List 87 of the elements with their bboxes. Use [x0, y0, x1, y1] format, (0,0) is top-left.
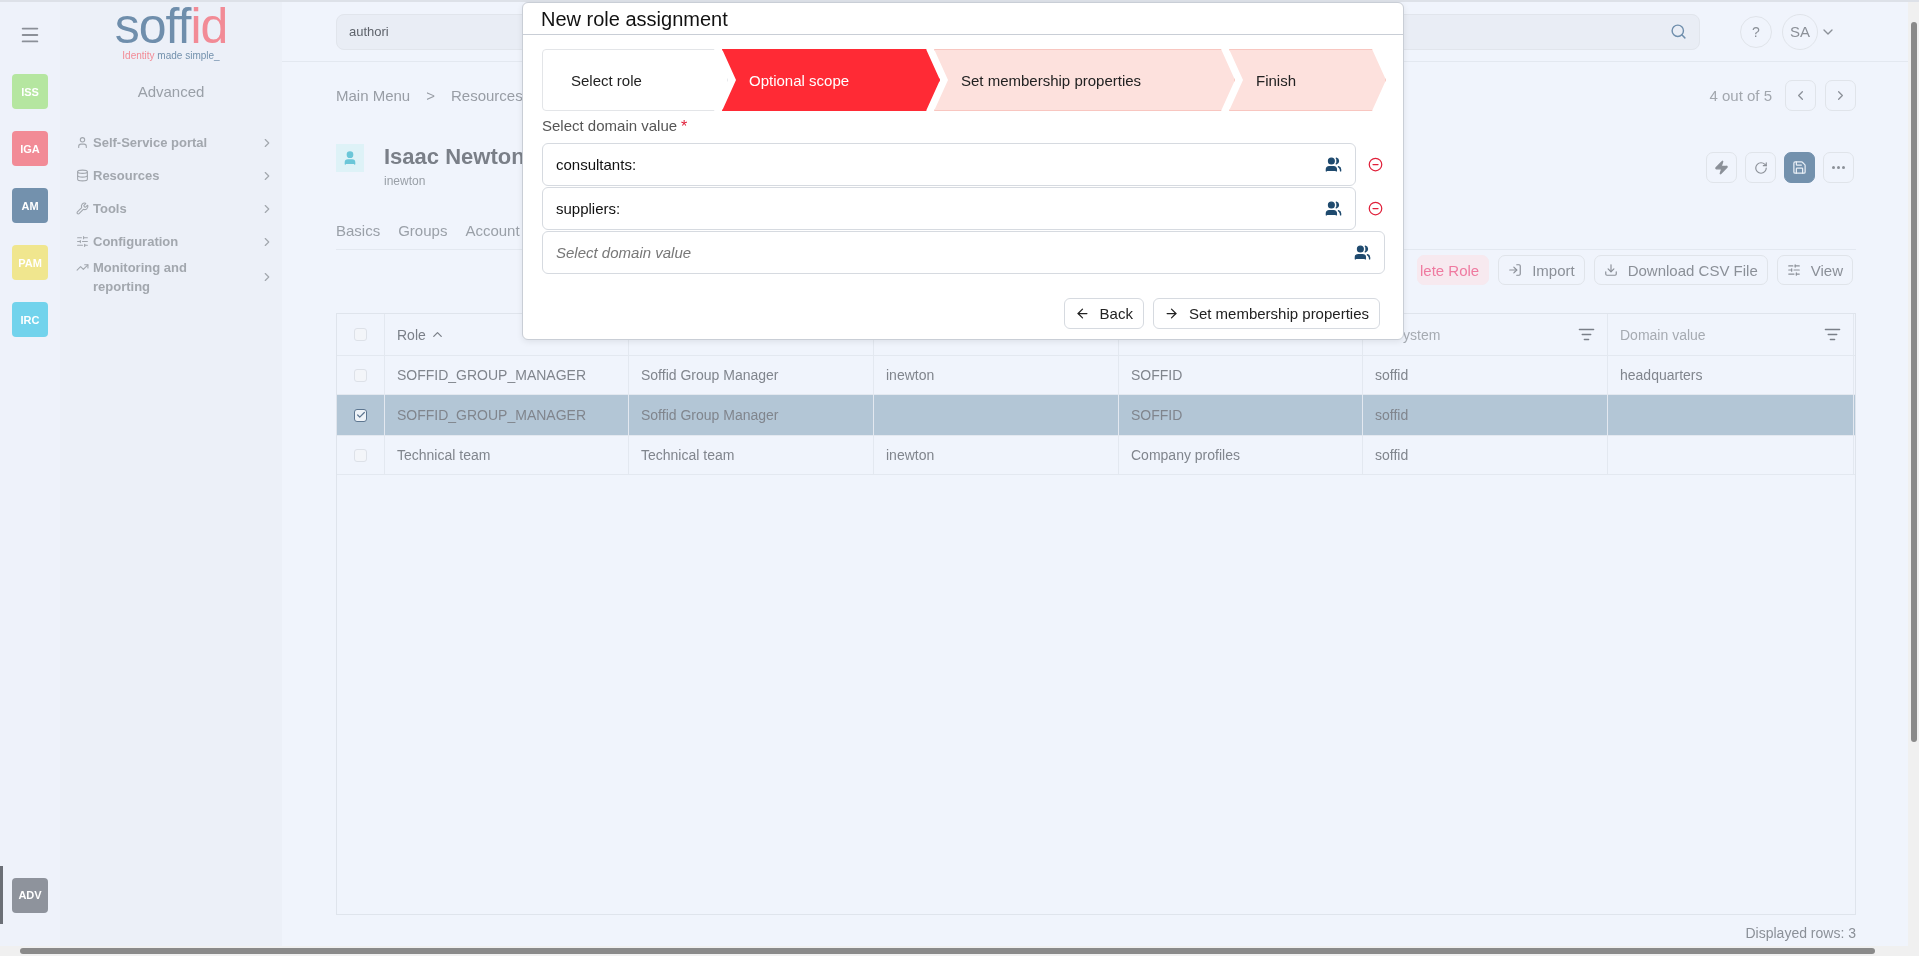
trend-line-icon	[76, 261, 89, 274]
users-icon[interactable]	[1325, 156, 1342, 173]
toolbar-button[interactable]: Download CSV File	[1593, 255, 1768, 285]
module-badge[interactable]: IRC	[12, 302, 48, 337]
users-icon[interactable]	[1354, 244, 1371, 261]
sliders-icon	[76, 235, 89, 248]
table-cell: inewton	[886, 367, 935, 383]
sliders-icon	[1786, 263, 1801, 277]
breadcrumb-item[interactable]: >	[426, 86, 435, 104]
remove-icon[interactable]	[1368, 157, 1383, 172]
table-cell: soffid	[1375, 367, 1409, 383]
sidebar-item[interactable]: Tools	[93, 199, 243, 218]
table-cell: Company profiles	[1131, 447, 1240, 463]
required-mark: *	[681, 118, 688, 136]
tab[interactable]: Groups	[398, 222, 448, 239]
users-icon[interactable]	[1325, 200, 1342, 217]
database-icon	[76, 169, 89, 182]
dialog-title: New role assignment	[523, 3, 1403, 35]
column-header[interactable]: Domain value	[1620, 326, 1706, 343]
remove-icon[interactable]	[1368, 201, 1383, 216]
arrow-right-icon	[1163, 306, 1179, 321]
save-icon	[1792, 160, 1807, 175]
toolbar-button[interactable]: View	[1776, 255, 1853, 285]
next-button[interactable]: Set membership properties	[1152, 298, 1380, 329]
table-cell: SOFFID	[1131, 407, 1183, 423]
save-button[interactable]	[1784, 152, 1815, 183]
table-cell: Technical team	[641, 447, 735, 463]
logo: soffid Identity made simple_	[114, 4, 228, 61]
table-row[interactable]: Technical team Technical team inewton Company profiles soffid	[337, 436, 1855, 475]
table-row[interactable]: SOFFID_GROUP_MANAGER Soffid Group Manager SOFFID soffid	[337, 395, 1855, 436]
sidebar-item[interactable]: Configuration	[93, 232, 243, 251]
breadcrumb-item[interactable]: Resources	[450, 86, 523, 104]
table-cell: soffid	[1375, 447, 1409, 463]
tab[interactable]: Basics	[336, 222, 381, 239]
column-header[interactable]: ystem	[1403, 326, 1441, 343]
wrench-icon	[76, 202, 89, 215]
displayed-rows-text: Displayed rows: 3	[1745, 925, 1856, 941]
import-icon	[1508, 263, 1523, 277]
table-cell: headquarters	[1620, 367, 1703, 383]
sidebar-item[interactable]: Self-Service portal	[93, 133, 243, 152]
breadcrumb-item[interactable]: Main Menu	[336, 86, 411, 104]
module-badge[interactable]: IGA	[12, 131, 48, 166]
user-name: Isaac Newton	[384, 144, 525, 170]
table-cell: inewton	[886, 447, 935, 463]
vertical-scrollbar[interactable]	[1910, 22, 1917, 742]
horizontal-scrollbar[interactable]	[20, 948, 1875, 954]
check-icon	[355, 410, 366, 420]
tab[interactable]: Account	[465, 222, 520, 239]
search-icon[interactable]	[1670, 23, 1687, 40]
wizard-step[interactable]: Optional scope	[722, 49, 940, 111]
table-cell: Technical team	[397, 447, 491, 463]
toolbar-button[interactable]: Import	[1498, 255, 1585, 285]
table-cell: SOFFID_GROUP_MANAGER	[397, 367, 587, 383]
sidebar-title: Advanced	[137, 83, 205, 100]
user-login: inewton	[384, 174, 427, 188]
wizard-step[interactable]: Set membership properties	[934, 49, 1235, 111]
table-cell: SOFFID	[1131, 367, 1183, 383]
more-icon	[1832, 166, 1845, 169]
table-cell: Soffid Group Manager	[641, 407, 779, 423]
module-badge[interactable]: ADV	[12, 877, 48, 913]
field-label: Select domain value	[542, 117, 678, 134]
refresh-button[interactable]	[1745, 152, 1776, 183]
sidebar-item[interactable]: Monitoring and reporting	[93, 258, 243, 296]
filter-icon[interactable]	[1824, 326, 1841, 343]
row-checkbox[interactable]	[354, 408, 367, 422]
domain-value-field[interactable]: Select domain value	[542, 231, 1385, 274]
lightning-icon	[1714, 160, 1729, 175]
pager-text: 4 out of 5	[1709, 86, 1772, 104]
person-icon	[76, 136, 89, 149]
table-cell: SOFFID_GROUP_MANAGER	[397, 407, 587, 423]
domain-value-field[interactable]: suppliers:	[542, 187, 1356, 230]
download-icon	[1603, 263, 1618, 277]
column-header[interactable]: Role	[397, 326, 445, 343]
lightning-button[interactable]	[1706, 152, 1737, 183]
module-badge[interactable]: AM	[12, 188, 48, 223]
more-button[interactable]	[1823, 152, 1854, 183]
refresh-icon	[1753, 160, 1768, 175]
toolbar-button[interactable]: lete Role	[1416, 255, 1490, 285]
wizard-step[interactable]: Select role	[542, 49, 728, 111]
user-icon	[336, 144, 364, 172]
table-cell: soffid	[1375, 407, 1409, 423]
domain-value-field[interactable]: consultants:	[542, 143, 1356, 186]
back-button[interactable]: Back	[1063, 298, 1144, 329]
filter-icon[interactable]	[1578, 326, 1595, 343]
wizard-step[interactable]: Finish	[1229, 49, 1386, 111]
table-cell: Soffid Group Manager	[641, 367, 779, 383]
sidebar-item[interactable]: Resources	[93, 166, 243, 185]
